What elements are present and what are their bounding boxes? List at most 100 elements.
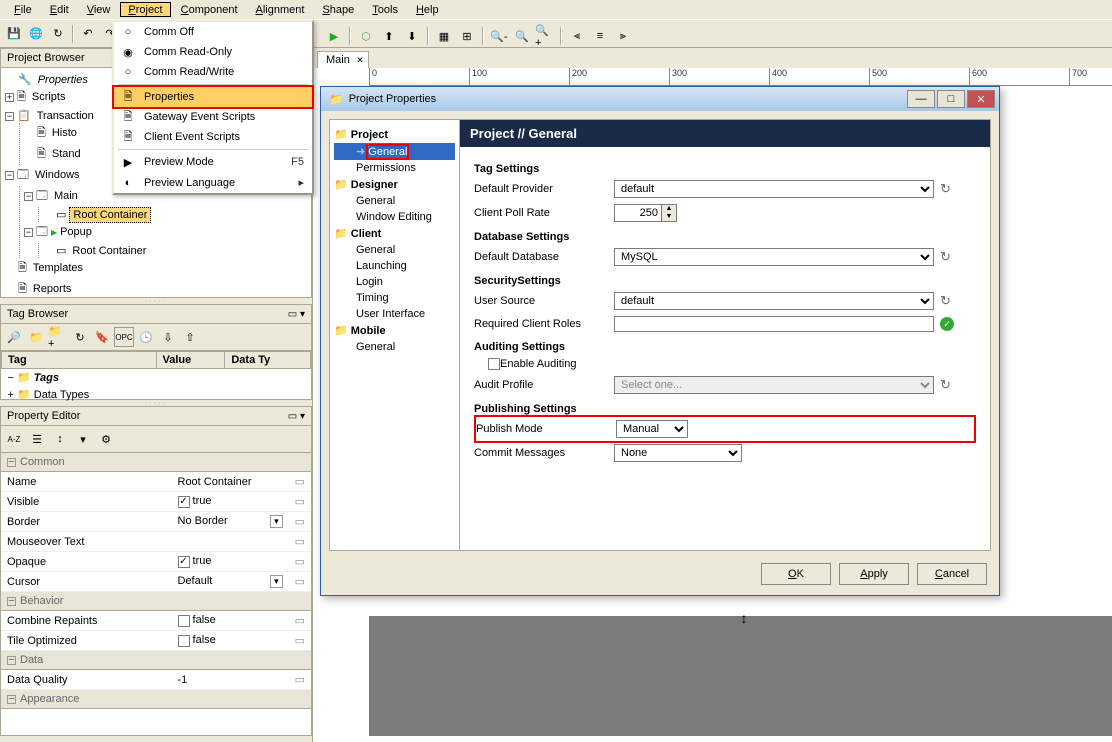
binding-button[interactable]: ▭ <box>289 492 311 512</box>
nav-category-designer[interactable]: 📁 Designer <box>334 176 455 193</box>
to-front-icon[interactable]: ⬆ <box>379 26 399 46</box>
nav-item-launching[interactable]: Launching <box>334 258 455 274</box>
publish-mode-select[interactable]: Manual <box>616 420 688 438</box>
window-tab[interactable]: Main✕ <box>317 51 369 68</box>
property-grid[interactable]: −CommonNameRoot Container▭Visible true▭B… <box>1 453 311 709</box>
refresh-icon[interactable]: ↻ <box>940 249 951 265</box>
expander-icon[interactable]: + <box>5 93 14 102</box>
checkbox[interactable] <box>178 556 190 568</box>
menu-item-comm-read-only[interactable]: ◉Comm Read-Only <box>114 42 312 62</box>
property-value[interactable]: -1 <box>172 670 289 690</box>
tree-node-popup[interactable]: −🗔▶Popup <box>22 222 309 243</box>
default-provider-select[interactable]: default <box>614 180 934 198</box>
spin-down-icon[interactable]: ▼ <box>662 213 676 221</box>
spinner[interactable]: ▲▼ <box>614 204 677 222</box>
globe-icon[interactable]: 🌐 <box>26 24 46 44</box>
binding-button[interactable]: ▭ <box>289 472 311 492</box>
checkbox[interactable] <box>488 358 500 370</box>
menu-item-preview-mode[interactable]: ▶Preview ModeF5 <box>114 152 312 172</box>
tree-node-root-container[interactable]: ▭Root Container <box>41 207 309 222</box>
nav-category-mobile[interactable]: 📁 Mobile <box>334 322 455 339</box>
property-section-appearance[interactable]: −Appearance <box>1 690 311 709</box>
minimize-button[interactable]: — <box>907 90 935 108</box>
menu-project[interactable]: Project <box>120 2 170 17</box>
nav-item-general[interactable]: General <box>334 193 455 209</box>
binding-button[interactable]: ▭ <box>289 532 311 552</box>
dialog-titlebar[interactable]: 📁 Project Properties — □ ✕ <box>321 87 999 111</box>
nav-category-project[interactable]: 📁 Project <box>334 126 455 143</box>
nav-item-timing[interactable]: Timing <box>334 290 455 306</box>
nav-item-general[interactable]: ➜ General <box>334 143 455 160</box>
commit-messages-select[interactable]: None <box>614 444 742 462</box>
menu-help[interactable]: Help <box>408 2 447 17</box>
menu-item-comm-off[interactable]: ○Comm Off <box>114 22 312 42</box>
tree-node-root-container[interactable]: ▭Root Container <box>41 243 309 258</box>
save-icon[interactable]: 💾 <box>4 24 24 44</box>
property-value[interactable]: true <box>172 492 289 512</box>
menu-item-client-event-scripts[interactable]: 🗎Client Event Scripts <box>114 127 312 147</box>
menu-tools[interactable]: Tools <box>364 2 406 17</box>
expand-icon[interactable]: ↕ <box>50 429 70 449</box>
grid-icon[interactable]: ▦ <box>434 26 454 46</box>
dropdown-arrow-icon[interactable]: ▾ <box>270 575 283 588</box>
tree-node-templates[interactable]: 🗎Templates <box>3 258 309 279</box>
play-icon[interactable]: ▶ <box>324 26 344 46</box>
nav-item-general[interactable]: General <box>334 339 455 355</box>
menu-shape[interactable]: Shape <box>314 2 362 17</box>
cancel-button[interactable]: Cancel <box>917 563 987 585</box>
property-value[interactable] <box>172 532 289 552</box>
checkbox[interactable] <box>178 635 190 647</box>
property-value[interactable]: true <box>172 552 289 572</box>
expander-icon[interactable]: − <box>24 228 33 237</box>
checkbox[interactable] <box>178 615 190 627</box>
component-icon[interactable]: ⬡ <box>356 26 376 46</box>
export-icon[interactable]: ⇧ <box>180 327 200 347</box>
binding-button[interactable]: ▭ <box>289 611 311 631</box>
ok-button[interactable]: OK <box>761 563 831 585</box>
undo-icon[interactable]: ↶ <box>78 24 98 44</box>
nav-item-window-editing[interactable]: Window Editing <box>334 209 455 225</box>
refresh-icon[interactable]: ↻ <box>48 24 68 44</box>
menu-item-properties[interactable]: 🗎Properties <box>114 87 312 107</box>
expander-icon[interactable]: − <box>24 192 33 201</box>
refresh-icon[interactable]: ↻ <box>940 293 951 309</box>
zoom-fit-icon[interactable]: 🔍 <box>512 26 532 46</box>
align-right-icon[interactable]: ⫸ <box>613 26 633 46</box>
property-value[interactable]: false <box>172 611 289 631</box>
close-tab-icon[interactable]: ✕ <box>356 55 364 66</box>
menu-view[interactable]: View <box>79 2 119 17</box>
categories-icon[interactable]: ☰ <box>27 429 47 449</box>
column-header[interactable]: Value <box>156 352 225 369</box>
spin-up-icon[interactable]: ▲ <box>662 205 676 213</box>
clock-icon[interactable]: 🕒 <box>136 327 156 347</box>
close-button[interactable]: ✕ <box>967 90 995 108</box>
spinner-input[interactable] <box>615 205 661 221</box>
default-database-select[interactable]: MySQL <box>614 248 934 266</box>
align-center-icon[interactable]: ≡ <box>590 26 610 46</box>
menu-item-gateway-event-scripts[interactable]: 🗎Gateway Event Scripts <box>114 107 312 127</box>
project-menu-dropdown[interactable]: ○Comm Off◉Comm Read-Only○Comm Read/Write… <box>112 20 314 195</box>
import-icon[interactable]: ⇩ <box>158 327 178 347</box>
maximize-button[interactable]: □ <box>937 90 965 108</box>
binding-button[interactable]: ▭ <box>289 631 311 651</box>
binding-button[interactable]: ▭ <box>289 572 311 592</box>
menu-component[interactable]: Component <box>173 2 246 17</box>
expander-icon[interactable]: − <box>5 171 14 180</box>
nav-item-general[interactable]: General <box>334 242 455 258</box>
filter-icon[interactable]: ▾ <box>73 429 93 449</box>
sort-az-icon[interactable]: A-Z <box>4 429 24 449</box>
to-back-icon[interactable]: ⬇ <box>402 26 422 46</box>
menu-file[interactable]: File <box>6 2 40 17</box>
text-input[interactable] <box>614 316 934 332</box>
menu-edit[interactable]: Edit <box>42 2 77 17</box>
refresh-icon[interactable]: ↻ <box>940 377 951 393</box>
property-value[interactable]: Default ▾ <box>172 572 289 592</box>
checkbox[interactable] <box>178 496 190 508</box>
binding-button[interactable]: ▭ <box>289 512 311 532</box>
dialog-nav-tree[interactable]: 📁 Project➜ GeneralPermissions📁 DesignerG… <box>330 120 460 550</box>
property-section-behavior[interactable]: −Behavior <box>1 592 311 611</box>
nav-category-client[interactable]: 📁 Client <box>334 225 455 242</box>
expander-icon[interactable]: − <box>5 112 14 121</box>
dropdown-arrow-icon[interactable]: ▾ <box>270 515 283 528</box>
property-section-data[interactable]: −Data <box>1 651 311 670</box>
